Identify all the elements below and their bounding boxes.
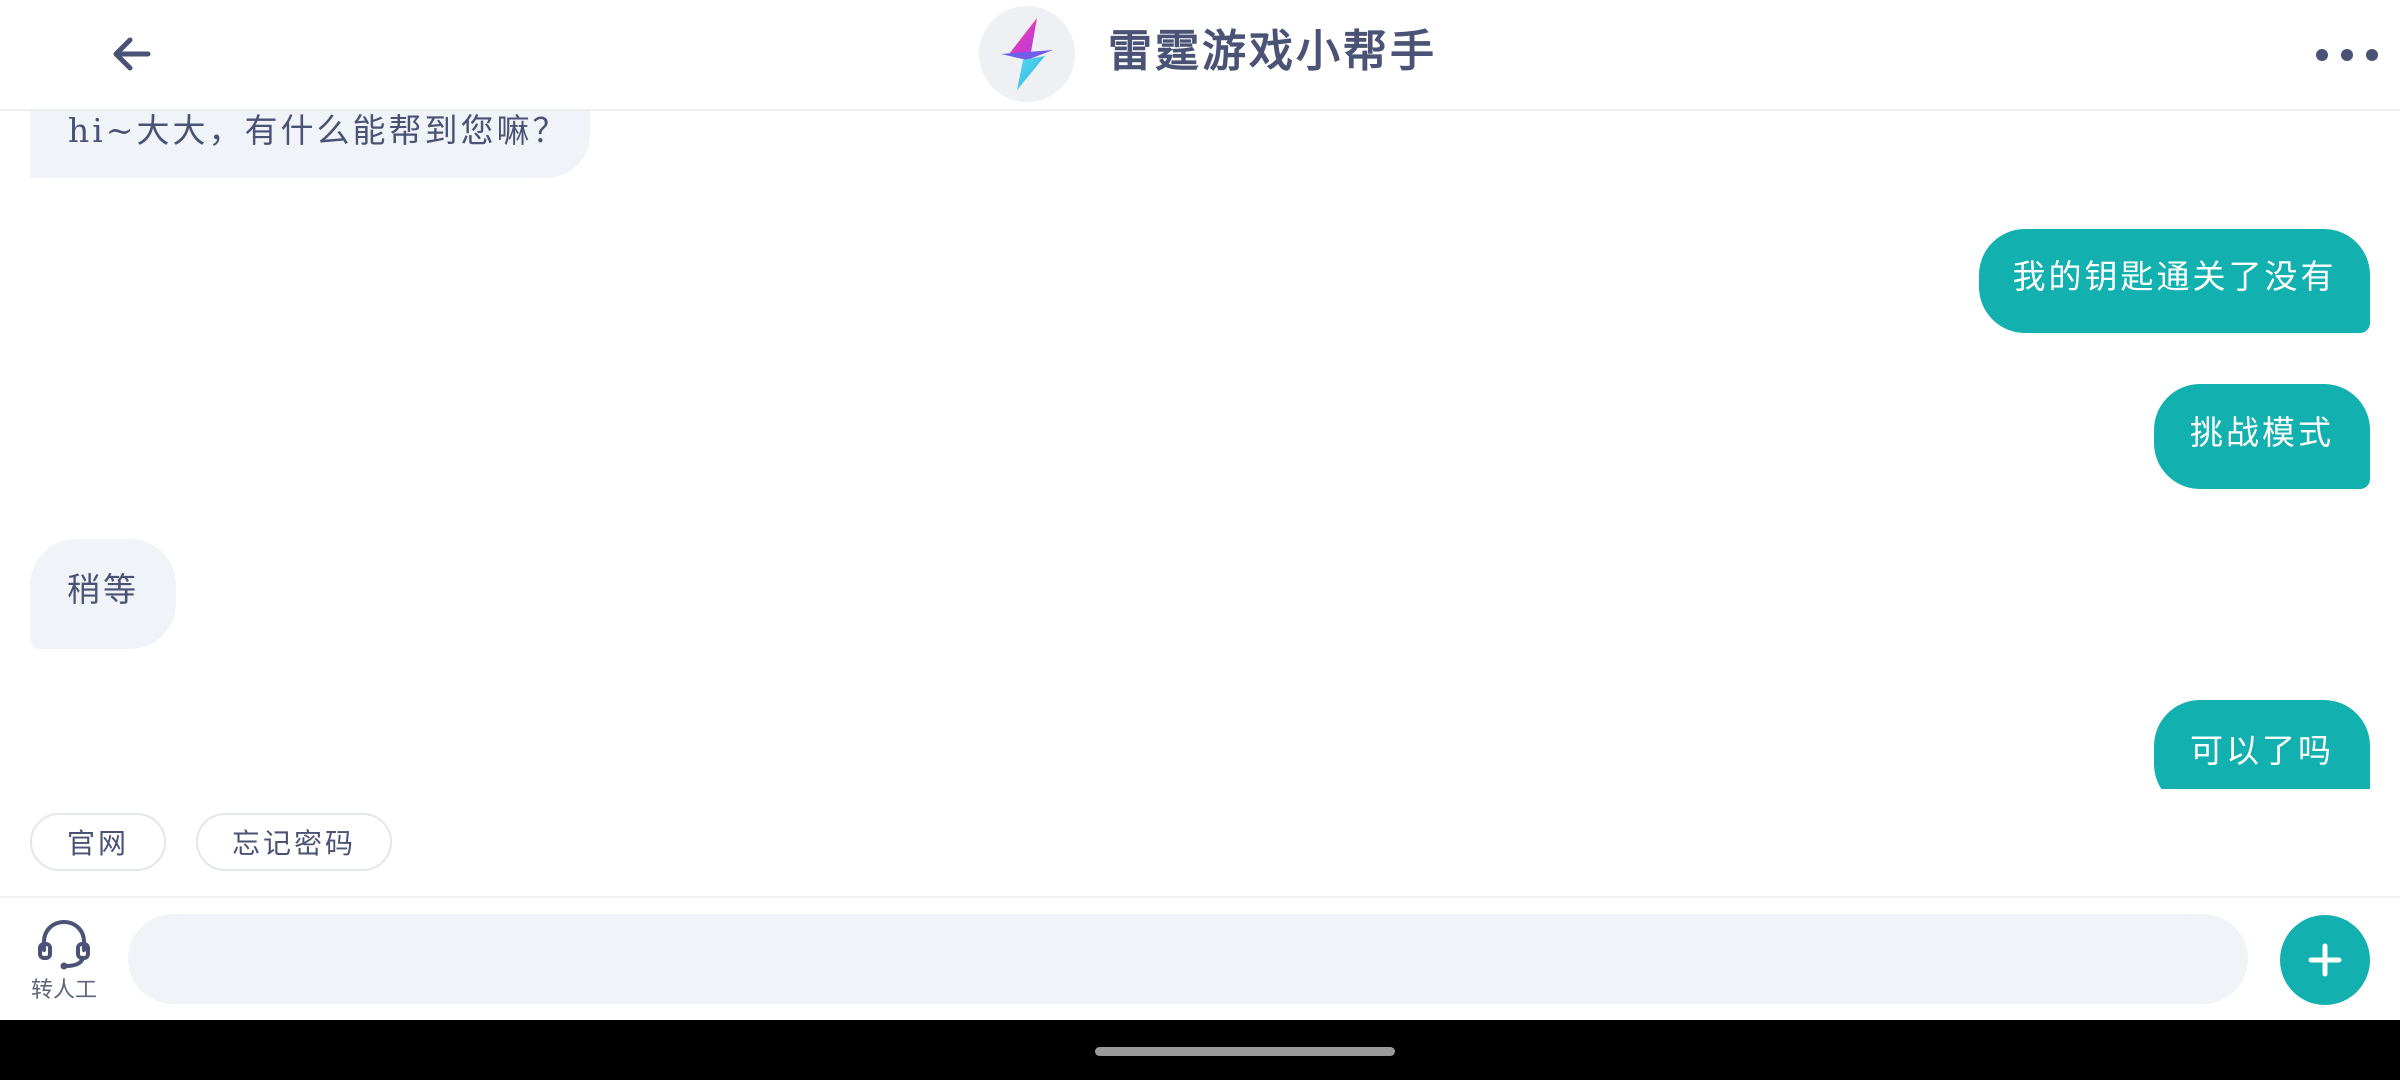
chat-screen: 雷霆游戏小帮手 hi~大大，有什么能帮到您嘛？ 我的钥匙通关了没有 挑战模式 稍… <box>0 0 2400 1080</box>
user-message: 我的钥匙通关了没有 <box>1979 229 2370 333</box>
more-options-button[interactable] <box>2316 30 2378 80</box>
input-bar: 转人工 <box>0 898 2400 1020</box>
bot-message: 稍等 <box>30 539 176 649</box>
quick-reply-official-site[interactable]: 官网 <box>30 813 166 871</box>
more-horizontal-icon-dot <box>2366 49 2378 61</box>
message-text: 可以了吗 <box>2190 731 2334 770</box>
message-text: 我的钥匙通关了没有 <box>2012 257 2337 296</box>
assistant-avatar <box>979 6 1075 102</box>
top-bar: 雷霆游戏小帮手 <box>0 0 2400 111</box>
back-button[interactable] <box>100 22 164 86</box>
message-text: 挑战模式 <box>2190 412 2334 452</box>
lightning-bolt-logo <box>1001 18 1053 90</box>
transfer-to-agent-label: 转人工 <box>30 978 97 1003</box>
headset-icon <box>38 919 90 970</box>
more-horizontal-icon-dot <box>2316 49 2328 61</box>
system-nav-bar <box>0 1020 2400 1080</box>
arrow-left-icon <box>113 37 151 71</box>
quick-reply-bar: 官网 忘记密码 <box>0 789 2400 898</box>
page-title: 雷霆游戏小帮手 <box>1108 26 1437 77</box>
message-list[interactable]: hi~大大，有什么能帮到您嘛？ 我的钥匙通关了没有 挑战模式 稍等 可以了吗 <box>0 109 2400 789</box>
plus-icon <box>2308 943 2342 977</box>
quick-reply-forgot-password[interactable]: 忘记密码 <box>196 813 392 871</box>
user-message: 可以了吗 <box>2154 700 2370 789</box>
transfer-to-agent-button[interactable]: 转人工 <box>24 916 104 1004</box>
message-text: 稍等 <box>67 570 139 609</box>
user-message: 挑战模式 <box>2154 384 2370 489</box>
bot-message: hi~大大，有什么能帮到您嘛？ <box>30 109 590 178</box>
message-text: hi~大大，有什么能帮到您嘛？ <box>68 111 569 150</box>
message-input[interactable] <box>128 914 2248 1004</box>
add-attachment-button[interactable] <box>2280 915 2370 1005</box>
home-indicator[interactable] <box>1095 1047 1395 1056</box>
more-horizontal-icon-dot <box>2341 49 2353 61</box>
